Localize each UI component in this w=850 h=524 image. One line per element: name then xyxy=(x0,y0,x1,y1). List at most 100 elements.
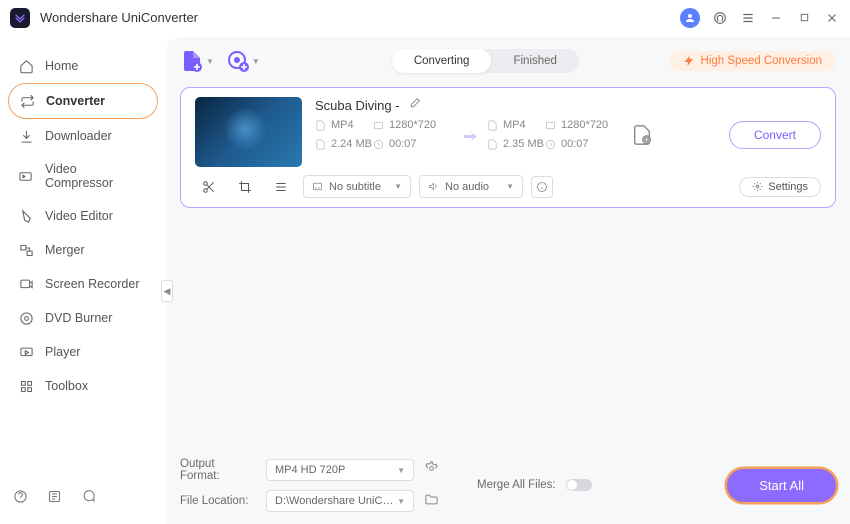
status-tabs: Converting Finished xyxy=(392,49,579,73)
sidebar-item-label: Merger xyxy=(45,243,85,257)
menu-icon[interactable] xyxy=(740,10,756,26)
high-speed-button[interactable]: High Speed Conversion xyxy=(669,51,836,71)
sidebar-item-label: Home xyxy=(45,59,78,73)
collapse-sidebar-icon[interactable]: ◀ xyxy=(161,280,173,302)
rename-icon[interactable] xyxy=(408,97,421,113)
sidebar-item-label: Video Editor xyxy=(45,209,113,223)
file-icon xyxy=(315,120,326,131)
help-icon[interactable] xyxy=(12,488,28,504)
chevron-down-icon: ▼ xyxy=(252,57,260,66)
sidebar-item-recorder[interactable]: Screen Recorder xyxy=(8,267,158,301)
settings-label: Settings xyxy=(768,181,808,193)
dst-format: MP4 xyxy=(503,119,526,131)
sidebar-item-label: Player xyxy=(45,345,80,359)
arrow-icon xyxy=(453,126,487,144)
sidebar-item-editor[interactable]: Video Editor xyxy=(8,199,158,233)
trim-icon[interactable] xyxy=(195,176,223,198)
sidebar-item-home[interactable]: Home xyxy=(8,49,158,83)
sidebar-item-label: DVD Burner xyxy=(45,311,112,325)
src-size: 2.24 MB xyxy=(331,138,372,150)
dst-size: 2.35 MB xyxy=(503,138,544,150)
sidebar-item-player[interactable]: Player xyxy=(8,335,158,369)
preferences-icon[interactable] xyxy=(46,488,62,504)
sidebar-item-label: Screen Recorder xyxy=(45,277,140,291)
dvd-icon xyxy=(18,310,34,326)
file-icon xyxy=(315,139,326,150)
info-icon[interactable] xyxy=(531,176,553,198)
merge-toggle[interactable] xyxy=(566,479,592,491)
toolbox-icon xyxy=(18,378,34,394)
subtitle-value: No subtitle xyxy=(329,181,381,193)
settings-button[interactable]: Settings xyxy=(739,177,821,197)
convert-button[interactable]: Convert xyxy=(729,121,821,149)
file-location-select[interactable]: D:\Wondershare UniConverter ▼ xyxy=(266,490,414,512)
file-icon xyxy=(487,120,498,131)
chevron-down-icon: ▼ xyxy=(506,182,514,191)
app-logo-icon xyxy=(10,8,30,28)
recorder-icon xyxy=(18,276,34,292)
subtitle-select[interactable]: No subtitle ▼ xyxy=(303,175,411,198)
subtitle-icon xyxy=(312,181,323,192)
sidebar-item-dvd[interactable]: DVD Burner xyxy=(8,301,158,335)
app-title: Wondershare UniConverter xyxy=(40,10,198,25)
crop-icon[interactable] xyxy=(231,176,259,198)
account-avatar-icon[interactable] xyxy=(680,8,700,28)
src-resolution: 1280*720 xyxy=(389,119,436,131)
output-format-label: Output Format: xyxy=(180,458,256,482)
sidebar: Home Converter Downloader Video Compress… xyxy=(0,35,166,524)
start-all-button[interactable]: Start All xyxy=(727,469,836,502)
file-card: Scuba Diving - MP4 2.24 MB 1280*720 00:0… xyxy=(180,87,836,208)
minimize-icon[interactable] xyxy=(768,10,784,26)
sidebar-item-label: Downloader xyxy=(45,129,112,143)
resolution-icon xyxy=(545,120,556,131)
feedback-icon[interactable] xyxy=(80,488,96,504)
sidebar-item-merger[interactable]: Merger xyxy=(8,233,158,267)
audio-select[interactable]: No audio ▼ xyxy=(419,175,523,198)
sidebar-item-toolbox[interactable]: Toolbox xyxy=(8,369,158,403)
output-format-select[interactable]: MP4 HD 720P ▼ xyxy=(266,459,414,481)
video-thumbnail[interactable] xyxy=(195,97,302,167)
file-title: Scuba Diving - xyxy=(315,98,400,113)
clock-icon xyxy=(545,139,556,150)
gear-icon xyxy=(752,181,763,192)
chevron-down-icon: ▼ xyxy=(397,497,405,506)
tab-converting[interactable]: Converting xyxy=(392,49,492,73)
home-icon xyxy=(18,58,34,74)
resolution-icon xyxy=(373,120,384,131)
editor-icon xyxy=(18,208,34,224)
sidebar-item-compressor[interactable]: Video Compressor xyxy=(8,153,158,199)
src-duration: 00:07 xyxy=(389,138,417,150)
maximize-icon[interactable] xyxy=(796,10,812,26)
chevron-down-icon: ▼ xyxy=(394,182,402,191)
sidebar-item-downloader[interactable]: Downloader xyxy=(8,119,158,153)
player-icon xyxy=(18,344,34,360)
open-folder-icon[interactable] xyxy=(424,492,439,510)
src-format: MP4 xyxy=(331,119,354,131)
audio-icon xyxy=(428,181,439,192)
compressor-icon xyxy=(18,168,34,184)
output-format-value: MP4 HD 720P xyxy=(275,464,345,476)
download-icon xyxy=(18,128,34,144)
output-settings-icon[interactable] xyxy=(424,461,439,479)
tab-finished[interactable]: Finished xyxy=(491,49,578,73)
chevron-down-icon: ▼ xyxy=(206,57,214,66)
merge-label: Merge All Files: xyxy=(477,479,556,491)
sidebar-item-label: Toolbox xyxy=(45,379,88,393)
audio-value: No audio xyxy=(445,181,489,193)
effects-icon[interactable] xyxy=(267,176,295,198)
preset-settings-icon[interactable] xyxy=(629,122,655,148)
sidebar-item-converter[interactable]: Converter xyxy=(8,83,158,119)
file-icon xyxy=(487,139,498,150)
clock-icon xyxy=(373,139,384,150)
dst-resolution: 1280*720 xyxy=(561,119,608,131)
sidebar-item-label: Converter xyxy=(46,94,105,108)
merger-icon xyxy=(18,242,34,258)
high-speed-label: High Speed Conversion xyxy=(701,55,822,67)
add-disc-button[interactable]: ▼ xyxy=(226,49,260,73)
close-icon[interactable] xyxy=(824,10,840,26)
file-location-value: D:\Wondershare UniConverter xyxy=(275,495,397,507)
support-icon[interactable] xyxy=(712,10,728,26)
converter-icon xyxy=(19,93,35,109)
file-location-label: File Location: xyxy=(180,495,256,507)
add-file-button[interactable]: ▼ xyxy=(180,49,214,73)
